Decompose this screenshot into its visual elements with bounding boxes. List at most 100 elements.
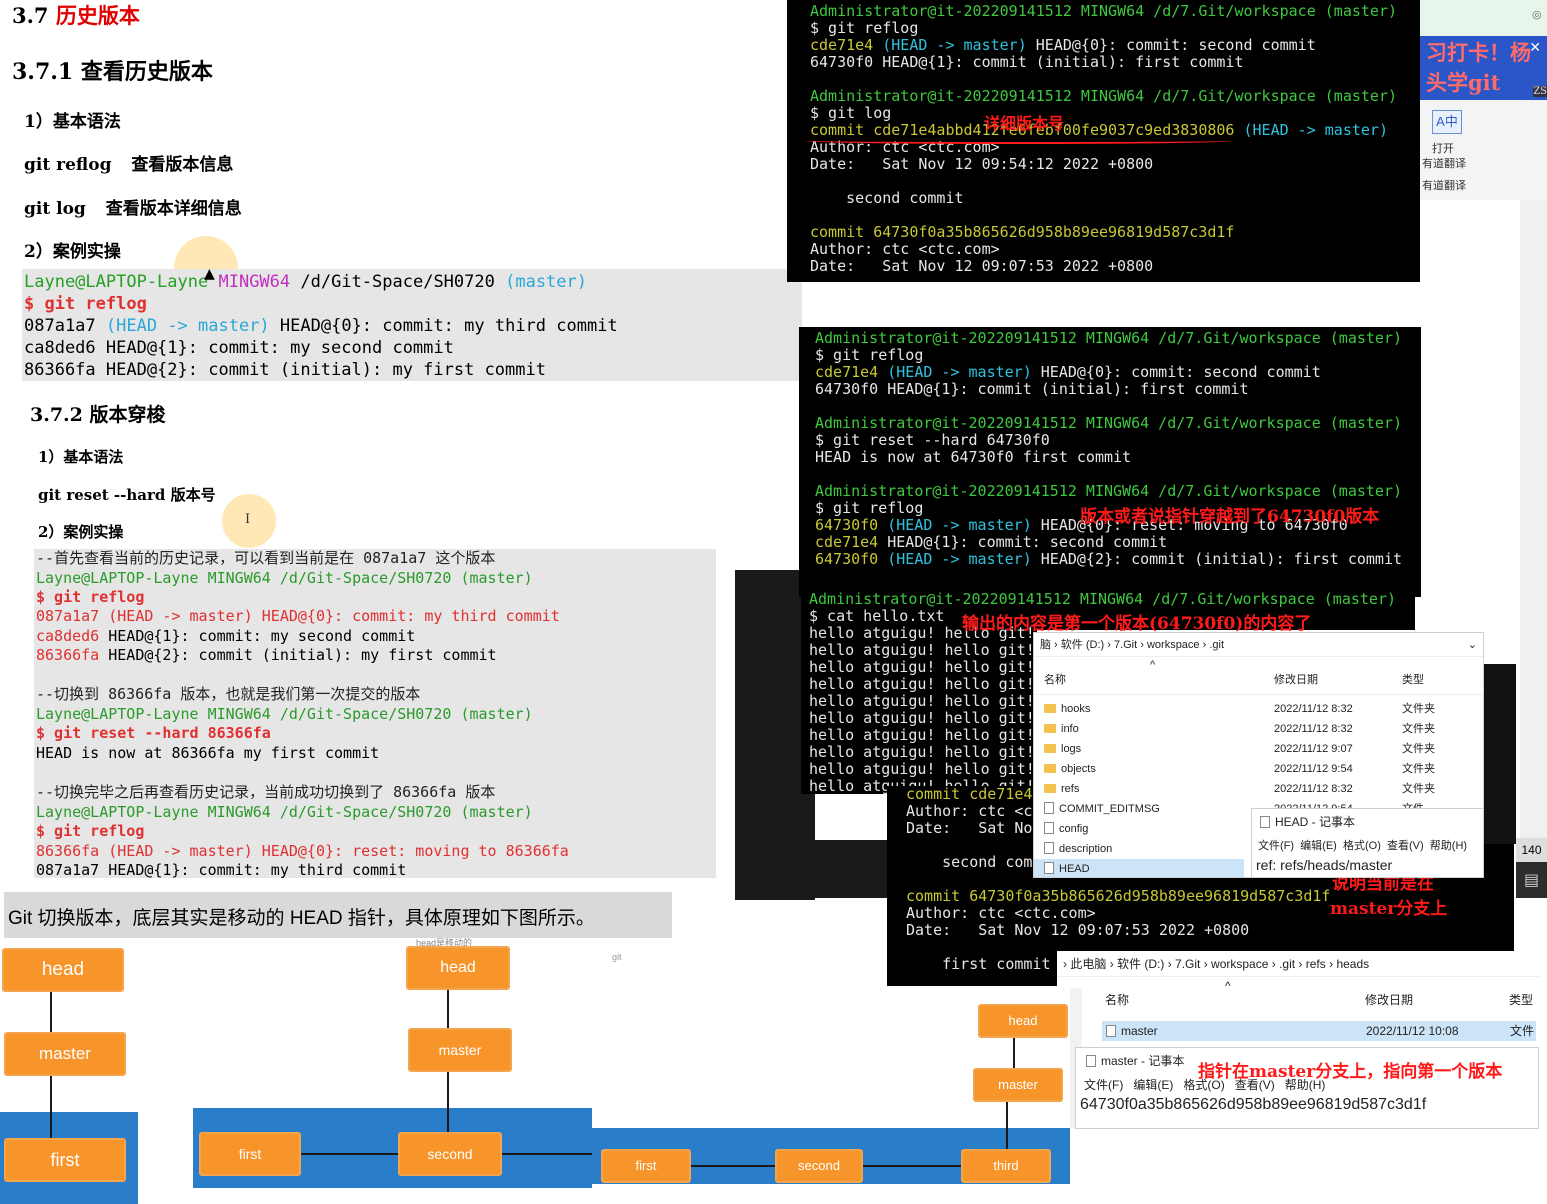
breadcrumb-item[interactable]: .git <box>1209 639 1224 651</box>
node-master: master <box>408 1028 512 1072</box>
file-row[interactable]: info 2022/11/12 8:32 文件夹 <box>1044 719 1483 739</box>
annotation-detail-version: 详细版本号 <box>984 114 1065 133</box>
menu-edit[interactable]: 编辑(E) <box>1133 1078 1173 1092</box>
reflog-command: git reflog <box>24 155 112 175</box>
translate-name-label[interactable]: 有道翻译 <box>1422 155 1466 171</box>
arrow-line <box>863 1165 961 1167</box>
file-name: config <box>1059 823 1089 835</box>
col-name[interactable]: 名称 <box>1105 991 1129 1008</box>
menu-file[interactable]: 文件(F) <box>1258 840 1294 852</box>
file-row-master[interactable]: master 2022/11/12 10:08 文件 <box>1102 1021 1536 1041</box>
prompt-line: Administrator@it-202209141512 MINGW64 /d… <box>815 329 1402 347</box>
arrow-line <box>1006 1102 1008 1150</box>
translate-icon[interactable]: A中 <box>1432 110 1462 134</box>
output-line: hello atguigu! hello git! <box>809 760 1035 778</box>
notepad-icon <box>1086 1055 1096 1067</box>
menu-format[interactable]: 格式(O) <box>1343 840 1381 852</box>
breadcrumb-item[interactable]: 7.Git <box>1175 957 1200 971</box>
breadcrumb-item[interactable]: refs <box>1306 957 1326 971</box>
col-name[interactable]: 名称 <box>1044 671 1066 687</box>
file-row-selected[interactable]: HEAD <box>1034 859 1244 877</box>
node-first: first <box>601 1149 691 1183</box>
hash: 64730f0 <box>815 550 879 568</box>
file-date: 2022/11/12 9:07 <box>1274 743 1353 755</box>
file-row[interactable]: hooks 2022/11/12 8:32 文件夹 <box>1044 699 1483 719</box>
notepad-content[interactable]: ref: refs/heads/master <box>1252 857 1483 873</box>
reflog-row-3: 86366fa HEAD@{2}: commit (initial): my f… <box>36 646 497 666</box>
zoom-indicator[interactable]: 140 <box>1516 838 1547 862</box>
circle-icon: ◎ <box>1532 8 1542 21</box>
breadcrumb-item[interactable]: .git <box>1279 957 1295 971</box>
prompt-line-overflow: Administrator@it-202209141512 MINGW64 /d… <box>1037 590 1396 608</box>
breadcrumb-item[interactable]: 7.Git <box>1114 639 1137 651</box>
col-type[interactable]: 类型 <box>1402 671 1424 687</box>
log-description: 查看版本详细信息 <box>105 199 242 219</box>
node-head: head <box>406 946 510 990</box>
breadcrumb-item[interactable]: workspace <box>1147 639 1200 651</box>
menu-file[interactable]: 文件(F) <box>1084 1078 1123 1092</box>
caption-text: Git 切换版本，底层其实是移动的 HEAD 指针，具体原理如下图所示。 <box>8 908 595 929</box>
menu-help[interactable]: 帮助(H) <box>1430 840 1467 852</box>
reflog-description: 查看版本信息 <box>131 155 234 175</box>
output-line: hello atguigu! hello git! <box>809 641 1035 659</box>
arrow-line <box>50 1076 52 1140</box>
file-row[interactable]: refs 2022/11/12 8:32 文件夹 <box>1044 779 1483 799</box>
section-number: 3.7 <box>12 3 49 28</box>
title-text: HEAD - 记事本 <box>1275 815 1356 829</box>
menu-view[interactable]: 查看(V) <box>1387 840 1424 852</box>
file-icon <box>1044 842 1054 854</box>
breadcrumb-item[interactable]: 软件 (D:) <box>1061 639 1104 651</box>
breadcrumb-item[interactable]: heads <box>1336 957 1369 971</box>
node-first: first <box>199 1132 301 1176</box>
breadcrumb-item[interactable]: 此电脑 <box>1070 957 1106 971</box>
hash: ca8ded6 <box>36 627 100 645</box>
annotation-current-branch-2: master分支上 <box>1330 899 1448 919</box>
cmd-reflog-2: $ git reflog <box>36 822 145 840</box>
file-date: 2022/11/12 8:32 <box>1274 783 1353 795</box>
folder-icon <box>1044 764 1056 773</box>
command-line: $ git reflog <box>815 346 924 364</box>
hash: 087a1a7 <box>24 316 96 336</box>
file-type: 文件夹 <box>1402 703 1435 715</box>
chat-icon[interactable]: ▤ <box>1516 862 1547 898</box>
chevron-down-icon[interactable]: ⌄ <box>1468 633 1477 657</box>
col-date[interactable]: 修改日期 <box>1365 991 1413 1008</box>
breadcrumb: › 此电脑 › 软件 (D:) › 7.Git › workspace › .g… <box>1057 951 1539 977</box>
output-line: hello atguigu! hello git! <box>809 743 1035 761</box>
translate-open-label[interactable]: 打开 <box>1432 140 1454 156</box>
notepad-icon <box>1260 816 1270 828</box>
zs-label: ZS <box>1533 86 1547 97</box>
node-head: head <box>978 1004 1068 1038</box>
terminal-1: Administrator@it-202209141512 MINGW64 /d… <box>787 0 1420 282</box>
entry: HEAD@{0}: commit: second commit <box>1031 363 1321 381</box>
code-output-line-1: 087a1a7 (HEAD -> master) HEAD@{0}: commi… <box>24 315 618 337</box>
file-row[interactable]: logs 2022/11/12 9:07 文件夹 <box>1044 739 1483 759</box>
file-icon <box>1044 822 1054 834</box>
command-line: $ git reset --hard 64730f0 <box>815 431 1050 449</box>
breadcrumb-item[interactable]: workspace <box>1211 957 1268 971</box>
menu-edit[interactable]: 编辑(E) <box>1300 840 1337 852</box>
col-date[interactable]: 修改日期 <box>1274 671 1318 687</box>
reflog-row-2: ca8ded6 HEAD@{1}: commit: my second comm… <box>36 627 415 647</box>
close-icon[interactable]: ✕ <box>1529 40 1541 56</box>
column-headers: 名称 ^ 修改日期 类型 <box>1057 977 1539 1015</box>
log-command: git log <box>24 199 86 219</box>
hash: 86366fa <box>36 646 100 664</box>
mouse-pointer-icon: ▲ <box>204 266 215 282</box>
syntax-heading-1: 1）基本语法 <box>24 112 121 132</box>
notepad-content[interactable]: 64730f0a35b865626d958b89ee96819d587c3d1f <box>1076 1096 1538 1114</box>
head-ref: (HEAD -> master) <box>105 316 270 336</box>
prompt-path: /d/Git-Space/SH0720 <box>300 272 495 292</box>
head-ref: (HEAD -> master) <box>882 36 1027 54</box>
arrow-line <box>50 992 52 1032</box>
command-line: $ git reflog <box>810 19 919 37</box>
commit-line: commit 64730f0a35b865626d958b89ee96819d5… <box>906 887 1331 905</box>
file-row[interactable]: objects 2022/11/12 9:54 文件夹 <box>1044 759 1483 779</box>
cmd-reflog-1: $ git reflog <box>36 588 145 606</box>
breadcrumb-item[interactable]: 软件 (D:) <box>1117 957 1164 971</box>
breadcrumb-item[interactable]: 脑 <box>1040 639 1051 651</box>
prompt-line-2: Layne@LAPTOP-Layne MINGW64 /d/Git-Space/… <box>36 705 533 725</box>
reflog-syntax-line: git reflog 查看版本信息 <box>24 150 233 175</box>
col-type[interactable]: 类型 <box>1509 991 1533 1008</box>
section-3-7-1-heading: 3.7.1 查看历史版本 <box>12 59 213 85</box>
